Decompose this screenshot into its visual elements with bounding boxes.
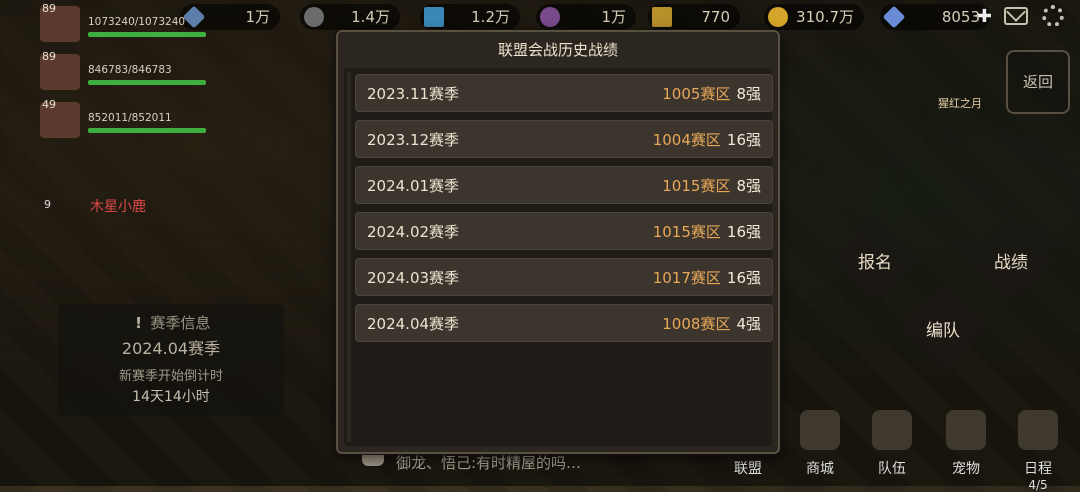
resource-gold[interactable]: 310.7万: [764, 4, 864, 30]
schedule-icon: [1018, 410, 1058, 450]
gold-coin-icon: [768, 7, 788, 27]
schedule-page: 4/5: [1028, 478, 1048, 492]
record-button[interactable]: 战绩: [971, 248, 1051, 273]
list-item[interactable]: 2024.02赛季 1015赛区 16强: [355, 212, 773, 250]
crystal-icon: [424, 7, 444, 27]
paw-icon: [946, 410, 986, 450]
list-item[interactable]: 2023.11赛季 1005赛区 8强: [355, 74, 773, 112]
nav-shop[interactable]: 商城: [788, 408, 852, 478]
list-item[interactable]: 2024.04赛季 1008赛区 4强: [355, 304, 773, 342]
mail-icon[interactable]: [1004, 7, 1028, 25]
player-level: 89: [42, 2, 56, 15]
current-season: 2024.04赛季: [121, 339, 221, 358]
hp-bar: [88, 32, 206, 37]
player-entry[interactable]: 89 1073240/1073240: [40, 0, 206, 48]
player-hp: 846783/846783: [88, 64, 172, 76]
hp-bar: [88, 80, 206, 85]
resource-ore[interactable]: 1.4万: [300, 4, 400, 30]
nav-schedule[interactable]: 日程 4/5: [1006, 408, 1070, 492]
player-entry[interactable]: 89 846783/846783: [40, 48, 206, 96]
resource-diamond[interactable]: 8053 ✚: [880, 4, 992, 30]
hp-bar: [88, 128, 206, 133]
player-level: 89: [42, 50, 56, 63]
resource-wheat[interactable]: 770: [648, 4, 740, 30]
map-player-level: 9: [44, 198, 51, 211]
nav-pet[interactable]: 宠物: [934, 408, 998, 478]
chat-message[interactable]: 御龙、悟己:有时精屋的吗…: [396, 452, 581, 473]
exclamation-icon: !: [135, 314, 143, 332]
list-item[interactable]: 2023.12赛季 1004赛区 16强: [355, 120, 773, 158]
team-icon: [872, 410, 912, 450]
resource-wood[interactable]: 1万: [536, 4, 636, 30]
wheat-icon: [652, 7, 672, 27]
wood-icon: [540, 7, 560, 27]
resource-bar: 1万 1.4万 1.2万 1万 770 310.7万 8053 ✚: [180, 0, 1080, 34]
nav-team[interactable]: 队伍: [860, 408, 924, 478]
diamond-icon: [882, 5, 906, 29]
record-list[interactable]: 2023.11赛季 1005赛区 8强 2023.12赛季 1004赛区 16强 2…: [344, 68, 773, 446]
gear-icon[interactable]: [1042, 5, 1064, 27]
season-info-panel: ! 赛季信息 2024.04赛季 新赛季开始倒计时 14天14小时: [58, 304, 284, 416]
map-player-name[interactable]: 木星小鹿: [90, 196, 146, 216]
signup-button[interactable]: 报名: [835, 248, 915, 273]
player-level: 49: [42, 98, 56, 111]
dialog-title: 联盟会战历史战绩: [497, 41, 618, 59]
resource-crystal[interactable]: 1.2万: [420, 4, 520, 30]
building-label[interactable]: 猩红之月: [938, 95, 982, 111]
player-hp: 852011/852011: [88, 112, 172, 124]
season-info-header: 赛季信息: [150, 314, 211, 332]
cart-icon: [800, 410, 840, 450]
ore-icon: [304, 7, 324, 27]
add-diamond-icon[interactable]: ✚: [977, 4, 992, 30]
formation-button[interactable]: 编队: [903, 316, 983, 341]
list-item[interactable]: 2024.03赛季 1017赛区 16强: [355, 258, 773, 296]
player-entry[interactable]: 49 852011/852011: [40, 96, 206, 144]
player-list: 89 1073240/1073240 89 846783/846783 49 8…: [40, 0, 206, 144]
scrollbar[interactable]: [347, 72, 351, 442]
countdown-value: 14天14小时: [132, 389, 210, 405]
countdown-label: 新赛季开始倒计时: [118, 369, 223, 384]
list-item[interactable]: 2024.01赛季 1015赛区 8强: [355, 166, 773, 204]
history-record-dialog: 联盟会战历史战绩 2023.11赛季 1005赛区 8强 2023.12赛季 10…: [336, 30, 780, 454]
player-hp: 1073240/1073240: [88, 16, 186, 28]
back-button[interactable]: 返回: [1006, 50, 1070, 114]
resource-stone[interactable]: 1万: [180, 4, 280, 30]
